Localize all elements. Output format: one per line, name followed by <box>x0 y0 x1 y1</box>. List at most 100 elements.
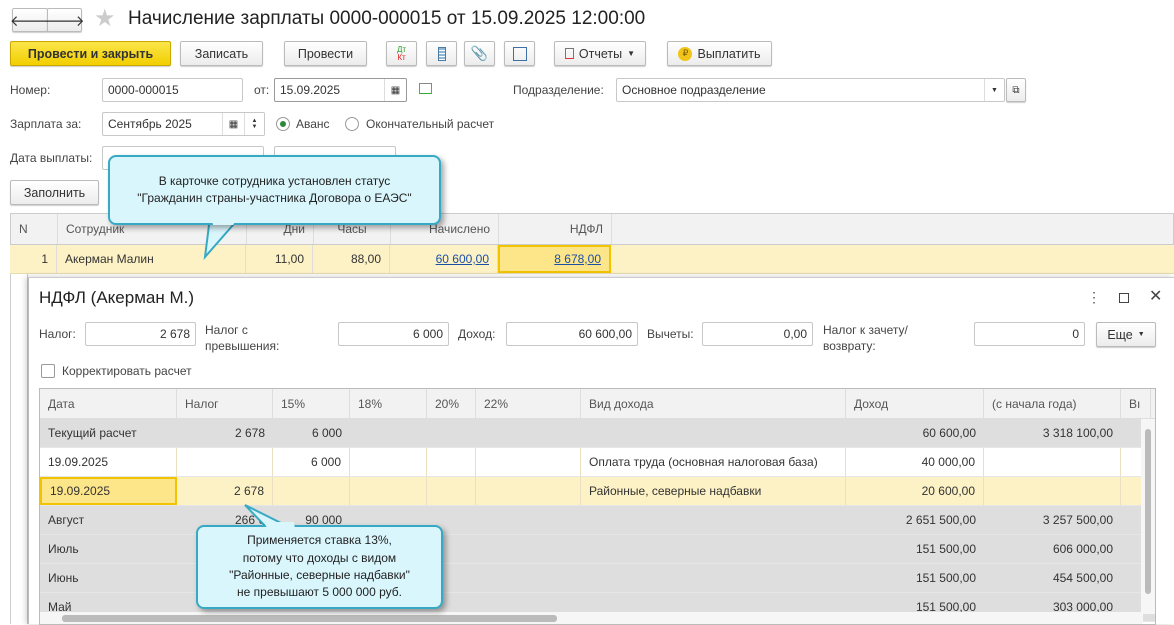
spinner[interactable]: ▲ ▼ <box>244 113 264 135</box>
cell-p15: 6 000 <box>273 448 350 476</box>
report-icon <box>564 48 574 59</box>
col-header[interactable]: (с начала года) <box>984 389 1121 418</box>
vertical-scrollbar[interactable] <box>1141 419 1155 614</box>
open-icon: ⧉ <box>1012 84 1020 96</box>
forward-button[interactable]: 🡒 <box>44 8 85 32</box>
cell-kind: Оплата труда (основная налоговая база) <box>581 448 846 476</box>
cell-kind <box>581 535 846 563</box>
maximize-icon[interactable] <box>1119 293 1129 303</box>
deductions-label: Вычеты: <box>647 327 694 341</box>
col-header[interactable]: 18% <box>350 389 427 418</box>
cell-date: 19.09.2025 <box>40 448 177 476</box>
callout-eaes-status: В карточке сотрудника установлен статус "… <box>108 155 441 225</box>
col-header[interactable]: Налог <box>177 389 273 418</box>
cell-empty <box>476 477 581 505</box>
col-header[interactable]: Дата <box>40 389 177 418</box>
dropdown-icon[interactable]: ▼ <box>984 79 1004 101</box>
cell-empty <box>476 506 581 534</box>
cell-date: 19.09.2025 <box>40 477 177 505</box>
radio-advance[interactable] <box>276 117 290 131</box>
page-title: Начисление зарплаты 0000-000015 от 15.09… <box>128 8 646 29</box>
reports-button[interactable]: Отчеты ▼ <box>554 41 646 66</box>
cell-income: 151 500,00 <box>915 542 976 556</box>
pay-button[interactable]: ₽ Выплатить <box>667 41 772 66</box>
dialog-title: НДФЛ (Акерман М.) <box>39 288 194 307</box>
radio-advance-label: Аванс <box>296 117 330 131</box>
deductions-input[interactable]: 0,00 <box>702 322 813 346</box>
tax-label: Налог: <box>39 327 76 341</box>
income-label: Доход: <box>458 327 496 341</box>
fill-button[interactable]: Заполнить <box>10 180 99 205</box>
col-header[interactable]: 15% <box>273 389 350 418</box>
cell-empty <box>350 419 427 447</box>
calendar-icon[interactable]: ▦ <box>222 113 244 135</box>
cell-date: Июль <box>48 542 79 556</box>
cell-kind <box>581 419 846 447</box>
table-row[interactable]: 19.09.2025 6 000 Оплата труда (основная на… <box>40 448 1155 477</box>
table-row[interactable]: 1 Акерман Малин 11,00 88,00 60 600,00 8 … <box>10 245 1174 274</box>
accrued-link[interactable]: 60 600,00 <box>436 252 489 266</box>
cell-empty <box>350 448 427 476</box>
structure-icon <box>512 46 527 61</box>
col-n[interactable]: N <box>11 214 58 244</box>
income-input[interactable]: 60 600,00 <box>506 322 638 346</box>
table-row[interactable]: Текущий расчет 2 678 6 000 60 600,00 3 318 1… <box>40 419 1155 448</box>
cell-ytd: 3 257 500,00 <box>1042 513 1113 527</box>
offset-input[interactable]: 0 <box>974 322 1085 346</box>
more-button[interactable]: Еще ▼ <box>1096 322 1156 347</box>
salary-for-label: Зарплата за: <box>10 117 82 131</box>
cell-p15: 6 000 <box>311 426 342 440</box>
cell-empty <box>476 448 581 476</box>
callout-rate-13: Применяется ставка 13%, потому что доходы… <box>196 525 443 609</box>
close-icon[interactable]: ✕ <box>1149 286 1162 306</box>
more-menu-icon[interactable]: ⋮ <box>1087 289 1101 306</box>
cell-empty <box>427 448 476 476</box>
col-header[interactable]: Вид дохода <box>581 389 846 418</box>
col-header[interactable]: Вı <box>1121 389 1151 418</box>
cell-ytd <box>984 477 1121 505</box>
calendar-icon[interactable]: ▦ <box>384 79 406 101</box>
col-header[interactable]: Доход <box>846 389 984 418</box>
radio-final[interactable] <box>345 117 359 131</box>
cell-ytd <box>984 448 1121 476</box>
save-button[interactable]: Записать <box>180 41 263 66</box>
ndfl-link[interactable]: 8 678,00 <box>554 252 601 266</box>
col-ndfl[interactable]: НДФЛ <box>499 214 612 244</box>
dropdown-icon: ▼ <box>627 49 636 58</box>
back-button[interactable]: 🡐 <box>10 8 50 32</box>
star-icon[interactable]: ★ <box>94 4 116 33</box>
cell-income: 60 600,00 <box>922 426 976 440</box>
cell-tax <box>177 448 273 476</box>
col-header[interactable]: 22% <box>476 389 581 418</box>
col-header[interactable]: 20% <box>427 389 476 418</box>
cell-kind <box>581 564 846 592</box>
attach-button[interactable]: 📎 <box>464 41 495 66</box>
offset-label: Налог к зачету/возврату: <box>823 323 908 353</box>
tax-input[interactable]: 2 678 <box>85 322 196 346</box>
horizontal-scrollbar[interactable] <box>40 612 1143 624</box>
dt-kt-button[interactable]: Дт Кт <box>386 41 417 66</box>
correct-checkbox[interactable] <box>41 364 55 378</box>
from-label: от: <box>254 83 270 97</box>
number-input[interactable]: 0000-000015 <box>102 78 243 102</box>
cell-tax: 2 678 <box>234 426 265 440</box>
open-department-button[interactable]: ⧉ <box>1006 78 1026 102</box>
table-row[interactable]: 19.09.2025 2 678 Районные, северные надбав… <box>40 477 1155 506</box>
list-button[interactable] <box>426 41 457 66</box>
date-input[interactable]: 15.09.2025 ▦ <box>274 78 407 102</box>
excess-tax-input[interactable]: 6 000 <box>338 322 449 346</box>
cell-date: Текущий расчет <box>48 426 137 440</box>
pay-date-label: Дата выплаты: <box>10 151 93 165</box>
document-check-icon[interactable] <box>419 83 432 94</box>
cell-kind <box>581 506 846 534</box>
cell-kind: Районные, северные надбавки <box>581 477 846 505</box>
cell-income: 20 600,00 <box>846 477 984 505</box>
number-label: Номер: <box>10 83 51 97</box>
table-header: Дата Налог 15% 18% 20% 22% Вид дохода Доход (с н… <box>40 389 1155 419</box>
department-select[interactable]: Основное подразделение ▼ <box>616 78 1005 102</box>
cell-ytd: 606 000,00 <box>1052 542 1113 556</box>
salary-month-input[interactable]: Сентябрь 2025 ▦ ▲ ▼ <box>102 112 265 136</box>
post-and-close-button[interactable]: Провести и закрыть <box>10 41 171 66</box>
structure-button[interactable] <box>504 41 535 66</box>
post-button[interactable]: Провести <box>284 41 367 66</box>
